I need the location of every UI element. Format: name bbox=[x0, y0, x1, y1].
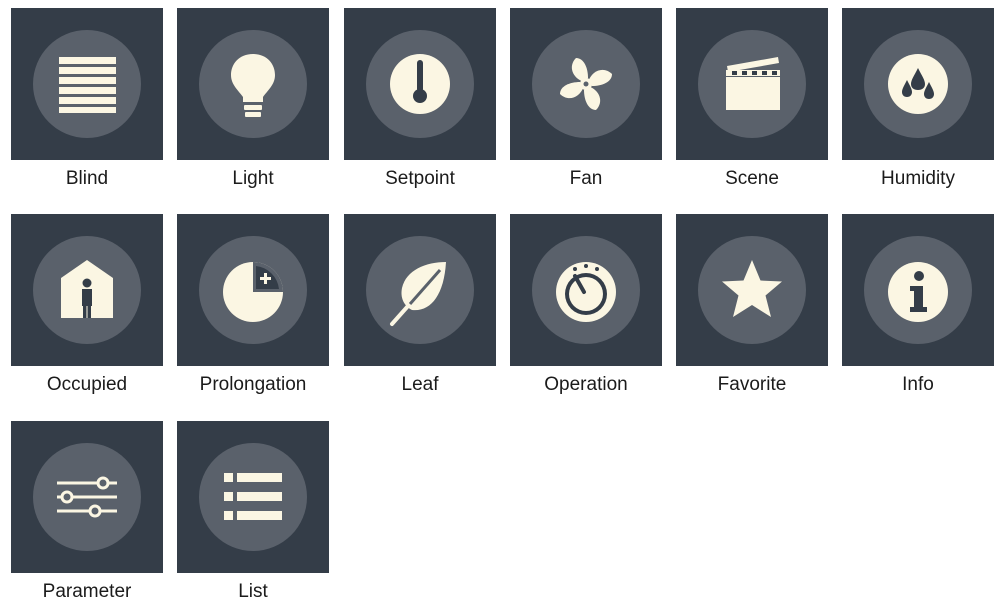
label-text: Setpoint bbox=[385, 168, 455, 189]
water-drops-icon bbox=[888, 54, 948, 114]
tile-setpoint[interactable] bbox=[344, 8, 496, 160]
icon-circle bbox=[532, 30, 640, 138]
tile-parameter[interactable] bbox=[11, 421, 163, 573]
icon-circle bbox=[864, 30, 972, 138]
sliders-icon bbox=[57, 476, 117, 518]
icon-circle bbox=[532, 236, 640, 344]
label-text: Prolongation bbox=[199, 374, 307, 395]
list-icon bbox=[224, 473, 282, 520]
tile-occupied[interactable] bbox=[11, 214, 163, 366]
tile-operation[interactable] bbox=[510, 214, 662, 366]
tile-scene[interactable] bbox=[676, 8, 828, 160]
info-icon bbox=[888, 262, 948, 322]
label-setpoint: Setpoint bbox=[344, 168, 496, 190]
icon-circle bbox=[698, 30, 806, 138]
occupied-house-icon bbox=[61, 260, 113, 318]
label-info: Info bbox=[842, 374, 994, 396]
label-text: Operation bbox=[544, 374, 628, 395]
icon-circle bbox=[199, 30, 307, 138]
tile-blind[interactable] bbox=[11, 8, 163, 160]
label-fan: Fan bbox=[510, 168, 662, 190]
thermometer-icon bbox=[390, 54, 450, 114]
icon-grid: Blind Light Setpoint Fan Scene Humidity … bbox=[0, 0, 994, 603]
clapperboard-icon bbox=[726, 57, 780, 110]
icon-circle bbox=[366, 30, 474, 138]
label-favorite: Favorite bbox=[676, 374, 828, 396]
icon-circle bbox=[698, 236, 806, 344]
label-leaf: Leaf bbox=[344, 374, 496, 396]
label-text: Occupied bbox=[46, 374, 128, 395]
fan-icon bbox=[560, 58, 612, 110]
label-text: Light bbox=[232, 168, 274, 189]
label-scene: Scene bbox=[676, 168, 828, 190]
icon-circle bbox=[33, 443, 141, 551]
icon-circle bbox=[199, 236, 307, 344]
blind-icon bbox=[59, 57, 116, 113]
timer-plus-icon bbox=[223, 262, 283, 322]
label-text: List bbox=[238, 581, 268, 602]
icon-circle bbox=[864, 236, 972, 344]
label-humidity: Humidity bbox=[842, 168, 994, 190]
label-text: Blind bbox=[65, 168, 109, 189]
label-text: Info bbox=[902, 374, 934, 395]
icon-circle bbox=[199, 443, 307, 551]
tile-prolongation[interactable] bbox=[177, 214, 329, 366]
label-occupied: Occupied bbox=[11, 374, 163, 396]
label-text: Scene bbox=[725, 168, 779, 189]
tile-fan[interactable] bbox=[510, 8, 662, 160]
tile-list[interactable] bbox=[177, 421, 329, 573]
icon-circle bbox=[33, 236, 141, 344]
label-text: Fan bbox=[569, 168, 603, 189]
tile-humidity[interactable] bbox=[842, 8, 994, 160]
leaf-icon bbox=[390, 262, 446, 326]
label-prolongation: Prolongation bbox=[177, 374, 329, 396]
label-light: Light bbox=[177, 168, 329, 190]
tile-favorite[interactable] bbox=[676, 214, 828, 366]
label-blind: Blind bbox=[11, 168, 163, 190]
label-text: Parameter bbox=[42, 581, 132, 602]
label-list: List bbox=[177, 581, 329, 603]
tile-leaf[interactable] bbox=[344, 214, 496, 366]
tile-info[interactable] bbox=[842, 214, 994, 366]
star-icon bbox=[722, 260, 782, 317]
icon-circle bbox=[366, 236, 474, 344]
label-text: Humidity bbox=[881, 168, 955, 189]
icon-circle bbox=[33, 30, 141, 138]
dial-icon bbox=[556, 262, 616, 322]
tile-light[interactable] bbox=[177, 8, 329, 160]
label-parameter: Parameter bbox=[11, 581, 163, 603]
label-operation: Operation bbox=[510, 374, 662, 396]
light-bulb-icon bbox=[231, 54, 275, 117]
label-text: Leaf bbox=[401, 374, 439, 395]
label-text: Favorite bbox=[717, 374, 787, 395]
